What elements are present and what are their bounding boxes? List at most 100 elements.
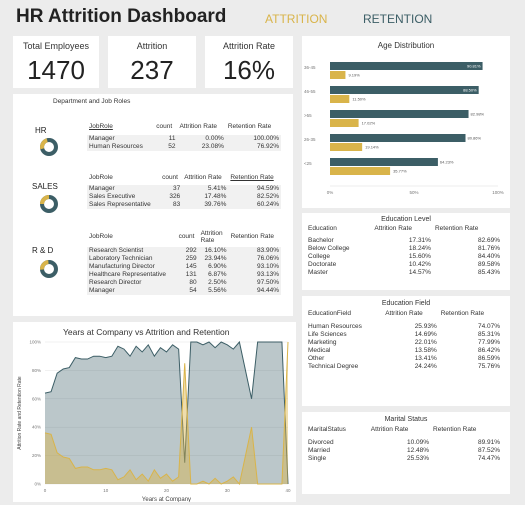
- age-tick-label: 36-45: [304, 65, 316, 70]
- age-data-label: 11.50%: [352, 97, 366, 102]
- table-row: Manager 37 5.41% 94.59%: [89, 185, 279, 192]
- group-label-sales: SALES: [32, 182, 58, 191]
- age-data-label: 90.81%: [467, 64, 481, 69]
- kpi-label: Attrition: [136, 41, 168, 51]
- table-row: Research Scientist 292 16.10% 83.90%: [89, 247, 279, 254]
- years-xlabel: Years at Company: [142, 497, 191, 502]
- age-chart: 36-45 90.81% 9.19% 46-55 88.50% 11.50% >55 82.9…: [304, 62, 504, 195]
- tab-attrition[interactable]: ATTRITION: [265, 12, 327, 26]
- age-bar-retention: [330, 110, 469, 118]
- age-bar-retention: [330, 86, 479, 94]
- department-title: Department and Job Roles: [53, 98, 131, 105]
- age-bar-retention: [330, 158, 438, 166]
- table-row: Bachelor 17.31% 82.69%: [308, 237, 500, 244]
- col-attrition: Attrition Rate: [179, 123, 218, 130]
- kpi-attrition-rate: Attrition Rate 16%: [205, 36, 293, 88]
- col-count: count: [156, 123, 173, 130]
- education-table: Education Attrition Rate Retention Rate Ba…: [308, 225, 500, 276]
- age-data-label: 17.02%: [362, 121, 376, 126]
- age-panel: Age Distribution 36-45 90.81% 9.19% 46-55 88…: [302, 36, 510, 208]
- field-title: Education Field: [381, 300, 431, 307]
- age-title: Age Distribution: [377, 41, 435, 50]
- age-data-label: 88.50%: [463, 88, 477, 93]
- kpi-value: 237: [130, 55, 174, 85]
- department-panel: Department and Job Roles HR JobRole count…: [13, 94, 293, 316]
- marital-title: Marital Status: [384, 416, 428, 423]
- kpi-label: Attrition Rate: [222, 41, 276, 51]
- age-tick-label: >55: [304, 113, 312, 118]
- years-ytick-label: 0%: [34, 482, 41, 487]
- table-row: Master 14.57% 85.43%: [308, 269, 500, 276]
- age-xtick-label: 100%: [492, 190, 504, 195]
- field-panel: Education Field EducationField Attrition …: [302, 296, 510, 406]
- years-ytick-label: 100%: [29, 340, 41, 345]
- age-tick-label: <25: [304, 161, 312, 166]
- age-bar-attrition: [330, 167, 391, 175]
- kpi-value: 16%: [222, 55, 276, 85]
- years-ylabel: Attrition Rate and Retention Rate: [17, 376, 23, 450]
- dashboard-title: HR Attrition Dashboard: [16, 6, 227, 27]
- table-row: Medical 13.58% 86.42%: [308, 347, 500, 354]
- years-xtick-label: 40: [285, 488, 291, 493]
- years-ytick-label: 20%: [32, 453, 41, 458]
- table-row: Technical Degree 24.24% 75.76%: [308, 363, 500, 370]
- table-row: Other 13.41% 86.59%: [308, 355, 500, 362]
- table-row: Sales Executive 326 17.48% 82.52%: [89, 193, 279, 200]
- table-row: Sales Representative 83 39.76% 60.24%: [89, 201, 279, 208]
- table-row: Human Resources 25.93% 74.07%: [308, 323, 500, 330]
- hr-table: JobRole count Attrition Rate Retention Rate…: [87, 123, 281, 151]
- age-xtick-label: 50%: [409, 190, 418, 195]
- years-xtick-label: 20: [164, 488, 170, 493]
- table-row: Life Sciences 14.69% 85.31%: [308, 331, 500, 338]
- table-row: Married 12.48% 87.52%: [308, 447, 500, 454]
- education-panel: Education Level Education Attrition Rate R…: [302, 213, 510, 290]
- age-data-label: 80.86%: [468, 136, 482, 141]
- years-chart: 0% 20% 40% 60% 80% 100% 0 10 20 30 40 Years at Comp…: [17, 340, 291, 503]
- age-data-label: 19.14%: [365, 145, 379, 150]
- table-row: Marketing 22.01% 77.99%: [308, 339, 500, 346]
- kpi-total-employees: Total Employees 1470: [13, 36, 99, 88]
- table-row: Research Director 80 2.50% 97.50%: [89, 279, 279, 286]
- group-label-hr: HR: [35, 126, 47, 135]
- age-xtick-label: 0%: [327, 190, 334, 195]
- age-data-label: 64.23%: [440, 160, 454, 165]
- age-bar-attrition: [330, 71, 346, 79]
- rnd-donut-arc: [36, 256, 62, 282]
- table-row: Human Resources 52 23.08% 76.92%: [89, 143, 279, 150]
- age-data-label: 35.77%: [393, 169, 407, 174]
- age-bar-attrition: [330, 95, 350, 103]
- kpi-value: 1470: [27, 55, 85, 85]
- age-data-label: 9.19%: [348, 73, 360, 78]
- table-row: Manager 11 0.00% 100.00%: [89, 135, 279, 142]
- col-jobrole: JobRole: [89, 123, 113, 130]
- table-row: Manufacturing Director 145 6.90% 93.10%: [89, 263, 279, 270]
- education-title: Education Level: [381, 216, 431, 223]
- col-retention: Retention Rate: [227, 123, 272, 130]
- sales-donut-arc: [36, 191, 62, 217]
- years-ytick-label: 80%: [32, 368, 41, 373]
- kpi-label: Total Employees: [22, 41, 90, 51]
- kpi-attrition: Attrition 237: [108, 36, 196, 88]
- table-row: Manager 54 5.56% 94.44%: [89, 287, 279, 294]
- age-bar-attrition: [330, 119, 359, 127]
- table-row: Doctorate 10.42% 89.58%: [308, 261, 500, 268]
- table-row: Single 25.53% 74.47%: [308, 455, 500, 462]
- years-xtick-label: 30: [225, 488, 231, 493]
- hr-donut-arc: [36, 134, 62, 160]
- years-xtick-label: 0: [44, 488, 47, 493]
- tab-retention[interactable]: RETENTION: [363, 12, 432, 26]
- marital-panel: Marital Status MaritalStatus Attrition Ra…: [302, 412, 510, 494]
- rnd-table: JobRole count Attrition Rate Retention Rate…: [87, 230, 281, 295]
- age-bar-retention: [330, 62, 483, 70]
- age-tick-label: 26-35: [304, 137, 316, 142]
- years-panel: Years at Company vs Attrition and Retent…: [13, 322, 296, 502]
- marital-table: MaritalStatus Attrition Rate Retention Rat…: [308, 426, 500, 462]
- years-ytick-label: 40%: [32, 425, 41, 430]
- table-row: Healthcare Representative 131 6.87% 93.13%: [89, 271, 279, 278]
- age-bar-attrition: [330, 143, 363, 151]
- age-tick-label: 46-55: [304, 89, 316, 94]
- years-title: Years at Company vs Attrition and Retent…: [63, 327, 230, 337]
- age-data-label: 82.98%: [471, 112, 485, 117]
- table-row: Laboratory Technician 259 23.94% 76.06%: [89, 255, 279, 262]
- group-label-rnd: R & D: [32, 246, 54, 255]
